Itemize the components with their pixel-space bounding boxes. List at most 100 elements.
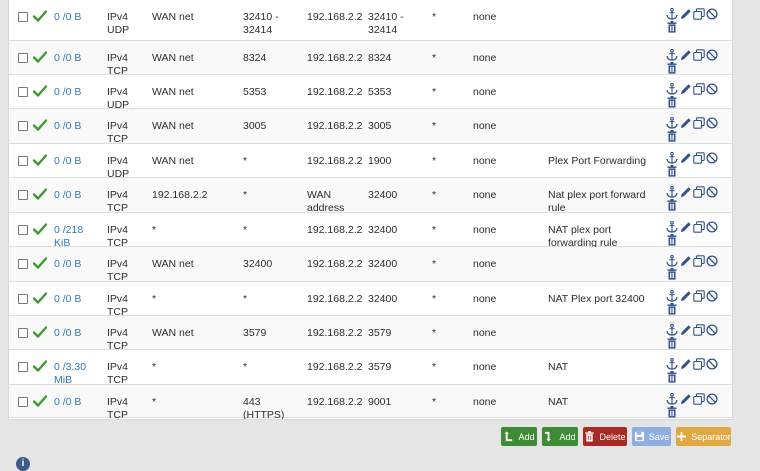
anchor-icon[interactable] bbox=[666, 8, 678, 20]
row-select-checkbox[interactable] bbox=[18, 121, 28, 131]
pencil-icon[interactable] bbox=[680, 117, 692, 129]
copy-icon[interactable] bbox=[693, 393, 705, 405]
traffic-cell[interactable]: 0 /0 B bbox=[54, 11, 100, 24]
copy-icon[interactable] bbox=[693, 255, 705, 267]
ban-icon[interactable] bbox=[706, 83, 718, 95]
anchor-icon[interactable] bbox=[666, 186, 678, 198]
ban-icon[interactable] bbox=[706, 324, 718, 336]
add-top-button[interactable]: Add bbox=[501, 427, 537, 446]
separator-button[interactable]: Separator bbox=[676, 427, 731, 446]
traffic-cell[interactable]: 0 /0 B bbox=[54, 293, 100, 306]
pencil-icon[interactable] bbox=[680, 290, 692, 302]
row-select-checkbox[interactable] bbox=[18, 362, 28, 372]
row-select-checkbox[interactable] bbox=[18, 259, 28, 269]
check-icon[interactable] bbox=[32, 395, 48, 407]
copy-icon[interactable] bbox=[693, 117, 705, 129]
rule-row[interactable]: 0 /0 B IPv4 UDP WAN net 32410 - 32414 192.16… bbox=[9, 0, 732, 41]
rule-row[interactable]: 0 /0 B IPv4 UDP WAN net 5353 192.168.2.2 5353… bbox=[9, 75, 732, 111]
copy-icon[interactable] bbox=[693, 83, 705, 95]
check-icon[interactable] bbox=[32, 360, 48, 372]
pencil-icon[interactable] bbox=[680, 221, 692, 233]
rule-row[interactable]: 0 /0 B IPv4 TCP WAN net 3005 192.168.2.2 3005… bbox=[9, 109, 732, 145]
anchor-icon[interactable] bbox=[666, 358, 678, 370]
traffic-cell[interactable]: 0 /0 B bbox=[54, 155, 100, 168]
rule-row[interactable]: 0 /0 B IPv4 TCP 192.168.2.2 * WAN address 324… bbox=[9, 178, 732, 214]
trash-icon[interactable] bbox=[666, 337, 678, 349]
check-icon[interactable] bbox=[32, 85, 48, 97]
row-select-checkbox[interactable] bbox=[18, 156, 28, 166]
pencil-icon[interactable] bbox=[680, 8, 692, 20]
trash-icon[interactable] bbox=[666, 371, 678, 383]
pencil-icon[interactable] bbox=[680, 152, 692, 164]
trash-icon[interactable] bbox=[666, 268, 678, 280]
ban-icon[interactable] bbox=[706, 221, 718, 233]
ban-icon[interactable] bbox=[706, 186, 718, 198]
traffic-cell[interactable]: 0 /0 B bbox=[54, 189, 100, 202]
check-icon[interactable] bbox=[32, 188, 48, 200]
pencil-icon[interactable] bbox=[680, 324, 692, 336]
anchor-icon[interactable] bbox=[666, 255, 678, 267]
ban-icon[interactable] bbox=[706, 358, 718, 370]
pencil-icon[interactable] bbox=[680, 358, 692, 370]
traffic-cell[interactable]: 0 /0 B bbox=[54, 258, 100, 271]
check-icon[interactable] bbox=[32, 51, 48, 63]
traffic-cell[interactable]: 0 /0 B bbox=[54, 86, 100, 99]
pencil-icon[interactable] bbox=[680, 49, 692, 61]
anchor-icon[interactable] bbox=[666, 152, 678, 164]
ban-icon[interactable] bbox=[706, 290, 718, 302]
rule-row[interactable]: 0 /0 B IPv4 UDP WAN net * 192.168.2.2 1900 * no… bbox=[9, 144, 732, 180]
pencil-icon[interactable] bbox=[680, 393, 692, 405]
row-select-checkbox[interactable] bbox=[18, 397, 28, 407]
rule-row[interactable]: 0 /0 B IPv4 TCP * 443 (HTTPS) 192.168.2.2 900… bbox=[9, 385, 732, 419]
pencil-icon[interactable] bbox=[680, 186, 692, 198]
trash-icon[interactable] bbox=[666, 21, 678, 33]
copy-icon[interactable] bbox=[693, 221, 705, 233]
ban-icon[interactable] bbox=[706, 393, 718, 405]
trash-icon[interactable] bbox=[666, 96, 678, 108]
trash-icon[interactable] bbox=[666, 130, 678, 142]
rule-row[interactable]: 0 /3.30 MiB IPv4 TCP * * 192.168.2.2 3579 * non… bbox=[9, 350, 732, 386]
ban-icon[interactable] bbox=[706, 49, 718, 61]
traffic-cell[interactable]: 0 /0 B bbox=[54, 327, 100, 340]
info-icon[interactable]: i bbox=[16, 457, 30, 471]
row-select-checkbox[interactable] bbox=[18, 190, 28, 200]
check-icon[interactable] bbox=[32, 326, 48, 338]
check-icon[interactable] bbox=[32, 292, 48, 304]
ban-icon[interactable] bbox=[706, 117, 718, 129]
rule-row[interactable]: 0 /0 B IPv4 TCP WAN net 8324 192.168.2.2 8324… bbox=[9, 41, 732, 77]
copy-icon[interactable] bbox=[693, 8, 705, 20]
copy-icon[interactable] bbox=[693, 152, 705, 164]
pencil-icon[interactable] bbox=[680, 83, 692, 95]
check-icon[interactable] bbox=[32, 257, 48, 269]
ban-icon[interactable] bbox=[706, 152, 718, 164]
rule-row[interactable]: 0 /0 B IPv4 TCP WAN net 32400 192.168.2.2 324… bbox=[9, 247, 732, 283]
traffic-cell[interactable]: 0 /0 B bbox=[54, 120, 100, 133]
copy-icon[interactable] bbox=[693, 324, 705, 336]
anchor-icon[interactable] bbox=[666, 83, 678, 95]
ban-icon[interactable] bbox=[706, 255, 718, 267]
anchor-icon[interactable] bbox=[666, 49, 678, 61]
add-bottom-button[interactable]: Add bbox=[542, 427, 578, 446]
anchor-icon[interactable] bbox=[666, 324, 678, 336]
trash-icon[interactable] bbox=[666, 165, 678, 177]
check-icon[interactable] bbox=[32, 223, 48, 235]
trash-icon[interactable] bbox=[666, 406, 678, 418]
trash-icon[interactable] bbox=[666, 303, 678, 315]
anchor-icon[interactable] bbox=[666, 393, 678, 405]
rule-row[interactable]: 0 /0 B IPv4 TCP * * 192.168.2.2 32400 * none NAT… bbox=[9, 282, 732, 318]
rule-row[interactable]: 0 /218 KiB IPv4 TCP * * 192.168.2.2 32400 * non… bbox=[9, 213, 732, 249]
anchor-icon[interactable] bbox=[666, 117, 678, 129]
anchor-icon[interactable] bbox=[666, 290, 678, 302]
traffic-cell[interactable]: 0 /0 B bbox=[54, 396, 100, 409]
save-button[interactable]: Save bbox=[632, 427, 671, 446]
rule-row[interactable]: 0 /0 B IPv4 TCP WAN net 3579 192.168.2.2 3579… bbox=[9, 316, 732, 352]
copy-icon[interactable] bbox=[693, 186, 705, 198]
pencil-icon[interactable] bbox=[680, 255, 692, 267]
row-select-checkbox[interactable] bbox=[18, 328, 28, 338]
trash-icon[interactable] bbox=[666, 199, 678, 211]
delete-button[interactable]: Delete bbox=[583, 427, 627, 446]
copy-icon[interactable] bbox=[693, 358, 705, 370]
trash-icon[interactable] bbox=[666, 234, 678, 246]
traffic-cell[interactable]: 0 /0 B bbox=[54, 52, 100, 65]
check-icon[interactable] bbox=[32, 119, 48, 131]
